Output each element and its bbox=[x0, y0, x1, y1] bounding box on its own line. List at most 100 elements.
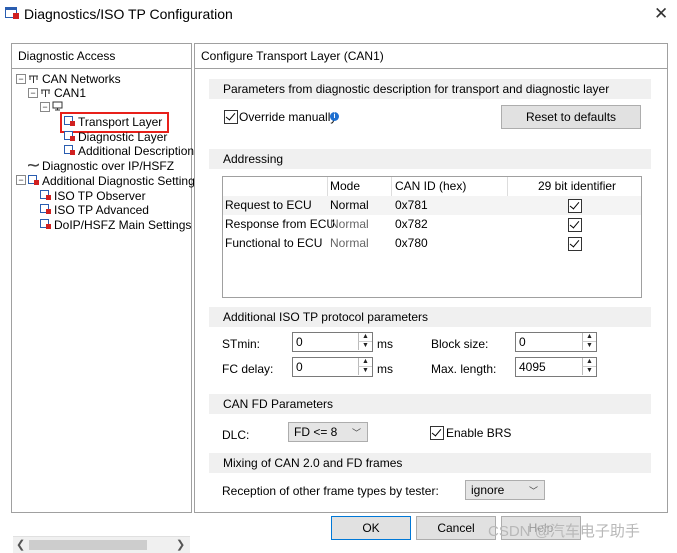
collapse-icon[interactable]: − bbox=[28, 88, 38, 98]
29bit-checkbox[interactable] bbox=[568, 218, 582, 232]
fcdelay-spinner[interactable]: 0 ▲ ▼ bbox=[292, 357, 373, 377]
blocksize-spinner[interactable]: 0 ▲ ▼ bbox=[515, 332, 597, 352]
tree-item-additional-diagnostic-settings[interactable]: Additional Diagnostic Settings bbox=[42, 174, 201, 188]
mode-value: Normal bbox=[330, 217, 369, 231]
info-icon[interactable]: i bbox=[330, 112, 339, 121]
spin-up-icon[interactable]: ▲ bbox=[582, 333, 596, 342]
col-header-29bit: 29 bit identifier bbox=[538, 179, 617, 193]
watermark: CSDN @汽车电子助手 bbox=[488, 523, 640, 540]
title-bar: Diagnostics/ISO TP Configuration ✕ bbox=[0, 0, 677, 30]
section-header-canfd: CAN FD Parameters bbox=[209, 394, 651, 414]
close-icon[interactable]: ✕ bbox=[654, 5, 668, 22]
enable-brs-label: Enable BRS bbox=[446, 426, 512, 440]
stmin-label: STmin: bbox=[222, 337, 261, 351]
section-header-isotp: Additional ISO TP protocol parameters bbox=[209, 307, 651, 327]
dlc-label: DLC: bbox=[222, 428, 250, 442]
enable-brs-checkbox[interactable] bbox=[430, 426, 444, 440]
section-header-addressing: Addressing bbox=[209, 149, 651, 169]
maxlen-spinner[interactable]: 4095 ▲ ▼ bbox=[515, 357, 597, 377]
override-label: Override manually bbox=[239, 110, 337, 124]
spin-up-icon[interactable]: ▲ bbox=[358, 358, 372, 367]
panel-header: Diagnostic Access bbox=[12, 44, 191, 69]
window-title: Diagnostics/ISO TP Configuration bbox=[24, 6, 233, 22]
can-id-value[interactable]: 0x781 bbox=[395, 196, 428, 215]
blocksize-value[interactable]: 0 bbox=[519, 335, 526, 349]
mode-value: Normal bbox=[330, 236, 369, 250]
section-title: Mixing of CAN 2.0 and FD frames bbox=[223, 456, 403, 470]
collapse-icon[interactable]: − bbox=[16, 175, 26, 185]
chevron-down-icon: ﹀ bbox=[351, 428, 361, 438]
fcdelay-value[interactable]: 0 bbox=[296, 360, 303, 374]
maxlen-label: Max. length: bbox=[431, 362, 497, 376]
settings-page-icon bbox=[64, 145, 75, 155]
reception-dropdown[interactable]: ignore ﹀ bbox=[465, 480, 545, 500]
tree-item-iso-tp-advanced[interactable]: ISO TP Advanced bbox=[54, 203, 149, 217]
panel-title: Configure Transport Layer (CAN1) bbox=[201, 49, 384, 63]
settings-page-icon bbox=[28, 175, 39, 185]
table-row: Request to ECU Normal 0x781 bbox=[223, 196, 641, 215]
tree-item-doip-hsfz-main-settings[interactable]: DoIP/HSFZ Main Settings bbox=[54, 218, 191, 232]
spin-down-icon[interactable]: ▼ bbox=[582, 367, 596, 375]
tree-item-iso-tp-observer[interactable]: ISO TP Observer bbox=[54, 189, 146, 203]
override-checkbox[interactable] bbox=[224, 110, 238, 124]
collapse-icon[interactable]: − bbox=[16, 74, 26, 84]
row-label: Functional to ECU bbox=[225, 236, 323, 250]
col-header-mode: Mode bbox=[330, 179, 361, 193]
network-icon bbox=[29, 75, 38, 83]
diagnostic-access-panel: Diagnostic Access − CAN Networks − CAN1 … bbox=[11, 43, 201, 553]
scroll-left-icon[interactable]: ❮ bbox=[16, 538, 25, 551]
reception-label: Reception of other frame types by tester… bbox=[222, 484, 439, 498]
mode-value[interactable]: Normal bbox=[330, 196, 369, 215]
fcdelay-label: FC delay: bbox=[222, 362, 274, 376]
col-header-can-id: CAN ID (hex) bbox=[395, 179, 467, 193]
row-label: Request to ECU bbox=[225, 198, 312, 212]
spin-up-icon[interactable]: ▲ bbox=[582, 358, 596, 367]
can-id-value[interactable]: 0x780 bbox=[395, 234, 428, 253]
tree-item-diagnostic-layer[interactable]: Diagnostic Layer bbox=[78, 130, 167, 144]
can-id-value[interactable]: 0x782 bbox=[395, 215, 428, 234]
section-title: CAN FD Parameters bbox=[223, 397, 334, 411]
spin-down-icon[interactable]: ▼ bbox=[582, 342, 596, 350]
chevron-down-icon: ﹀ bbox=[528, 486, 538, 496]
spin-up-icon[interactable]: ▲ bbox=[358, 333, 372, 342]
stmin-value[interactable]: 0 bbox=[296, 335, 303, 349]
blocksize-label: Block size: bbox=[431, 337, 489, 351]
ok-button[interactable]: OK bbox=[331, 516, 411, 540]
panel-header: Configure Transport Layer (CAN1) bbox=[195, 44, 667, 69]
horizontal-scrollbar[interactable]: ❮ ❯ bbox=[13, 536, 190, 553]
ecu-node-icon bbox=[52, 101, 63, 111]
cancel-button[interactable]: Cancel bbox=[416, 516, 496, 540]
configure-panel: Configure Transport Layer (CAN1) Paramet… bbox=[194, 43, 668, 513]
dlc-dropdown[interactable]: FD <= 8 ﹀ bbox=[288, 422, 368, 442]
tree-item-additional-descriptions[interactable]: Additional Descriptions bbox=[78, 144, 200, 158]
spin-down-icon[interactable]: ▼ bbox=[358, 342, 372, 350]
tree-item-can1[interactable]: CAN1 bbox=[54, 86, 86, 100]
reception-value: ignore bbox=[471, 483, 505, 497]
section-header-mixing: Mixing of CAN 2.0 and FD frames bbox=[209, 453, 651, 473]
section-title: Addressing bbox=[223, 152, 284, 166]
stmin-spinner[interactable]: 0 ▲ ▼ bbox=[292, 332, 373, 352]
settings-page-icon bbox=[40, 204, 51, 214]
fcdelay-unit: ms bbox=[377, 362, 393, 376]
app-icon bbox=[5, 7, 19, 19]
row-label: Response from ECU bbox=[225, 217, 336, 231]
tree-item-doip[interactable]: Diagnostic over IP/HSFZ bbox=[42, 159, 174, 173]
section-header-params: Parameters from diagnostic description f… bbox=[209, 79, 651, 99]
29bit-checkbox[interactable] bbox=[568, 237, 582, 251]
tree-item-can-networks[interactable]: CAN Networks bbox=[42, 72, 121, 86]
maxlen-value[interactable]: 4095 bbox=[519, 360, 546, 374]
section-title: Parameters from diagnostic description f… bbox=[223, 82, 610, 96]
panel-title: Diagnostic Access bbox=[18, 49, 116, 63]
network-icon bbox=[41, 89, 50, 97]
reset-defaults-button[interactable]: Reset to defaults bbox=[501, 105, 641, 129]
dlc-value: FD <= 8 bbox=[294, 425, 338, 439]
addressing-table: Mode CAN ID (hex) 29 bit identifier Requ… bbox=[222, 176, 642, 298]
settings-page-icon bbox=[40, 190, 51, 200]
settings-page-icon bbox=[64, 131, 75, 141]
29bit-checkbox[interactable] bbox=[568, 199, 582, 213]
collapse-icon[interactable]: − bbox=[40, 102, 50, 112]
spin-down-icon[interactable]: ▼ bbox=[358, 367, 372, 375]
section-title: Additional ISO TP protocol parameters bbox=[223, 310, 428, 324]
scroll-right-icon[interactable]: ❯ bbox=[176, 538, 185, 551]
table-row: Functional to ECU Normal 0x780 bbox=[223, 234, 641, 253]
